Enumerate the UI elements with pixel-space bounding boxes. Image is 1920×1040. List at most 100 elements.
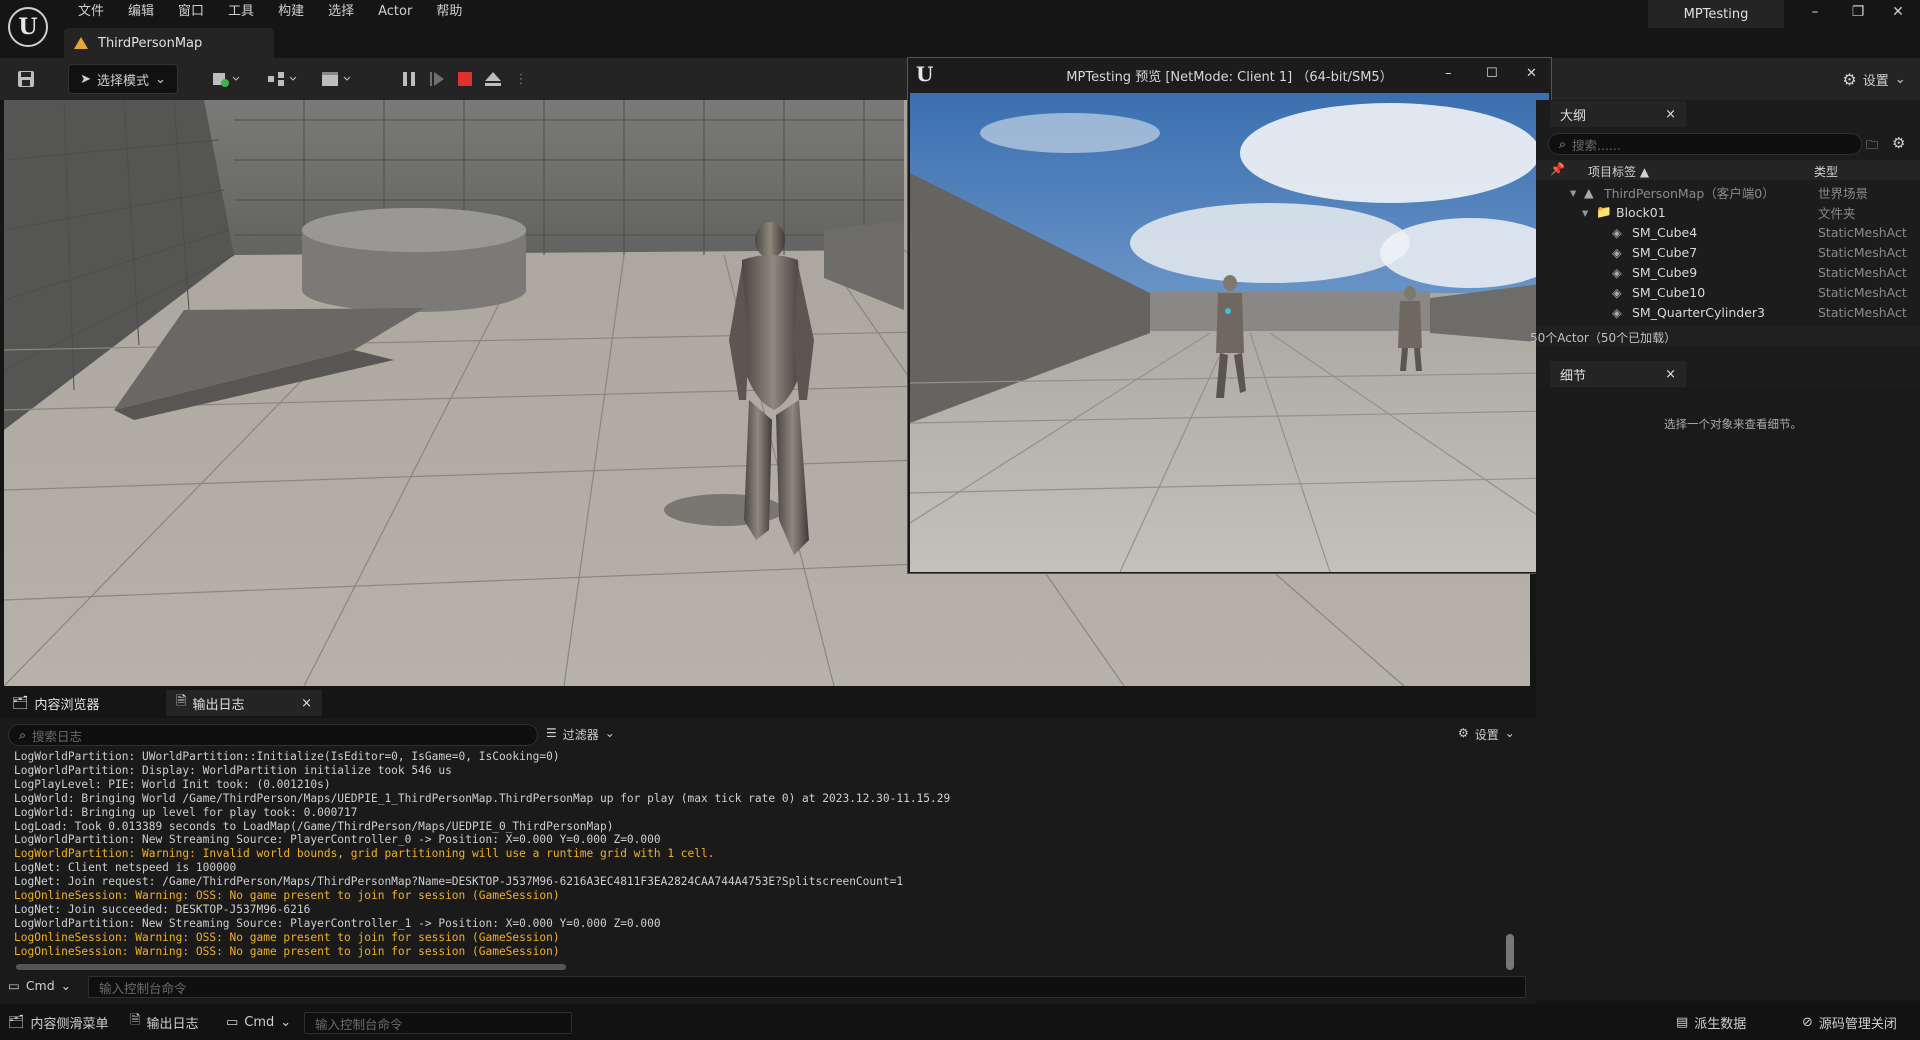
client-preview-window[interactable]: U MPTesting 预览 [NetMode: Client 1] （64-b… (907, 57, 1552, 574)
log-settings-label: 设置 (1474, 728, 1499, 742)
status-output-log-button[interactable]: 🗎 输出日志 (130, 1010, 198, 1034)
cinematics-icon[interactable] (316, 64, 356, 94)
level-icon (74, 37, 88, 49)
client-title-bar: U MPTesting 预览 [NetMode: Client 1] （64-b… (908, 58, 1551, 92)
log-line: LogWorld: Bringing World /Game/ThirdPers… (14, 791, 951, 805)
log-line-warning: LogOnlineSession: Warning: OSS: No game … (14, 944, 560, 958)
bottom-panel: 🗂 内容浏览器 🗎 输出日志 × ⌕ 搜索日志 ☰ 过滤器 ⌄ ⚙ 设置 ⌄ L… (0, 688, 1536, 1004)
content-drawer-button[interactable]: 🗂 内容侧滑菜单 (8, 1010, 109, 1034)
menu-select[interactable]: 选择 (316, 4, 366, 20)
outliner-row[interactable]: ◈ SM_QuarterCylinder3 StaticMeshAct (1536, 302, 1920, 322)
outliner-row-type: StaticMeshAct (1818, 304, 1907, 320)
mesh-icon: ◈ (1612, 304, 1622, 320)
outliner-row[interactable]: ▾ 📁 Block01 文件夹 (1536, 202, 1920, 222)
output-log-tab[interactable]: 🗎 输出日志 × (166, 690, 322, 716)
cmd-selector[interactable]: ▭ Cmd ⌄ (8, 978, 71, 993)
source-control-button[interactable]: ⊘ 源码管理关闭 (1802, 1010, 1897, 1034)
stop-icon[interactable] (452, 64, 478, 94)
gear-icon[interactable]: ⚙ (1892, 134, 1905, 152)
minimize-icon[interactable]: – (1445, 66, 1452, 81)
maximize-icon[interactable]: ☐ (1486, 66, 1498, 81)
close-icon[interactable]: × (1665, 107, 1676, 122)
outliner-col-label[interactable]: 项目标签 ▲ (1588, 163, 1649, 180)
menu-file[interactable]: 文件 (66, 4, 116, 20)
close-icon[interactable]: ✕ (1526, 66, 1537, 81)
status-console-input[interactable]: 输入控制台命令 (304, 1012, 572, 1034)
close-icon[interactable]: × (1665, 367, 1676, 382)
outliner-header: 📌 项目标签 ▲ 类型 (1536, 160, 1920, 180)
derived-data-button[interactable]: ▤ 派生数据 (1676, 1010, 1746, 1034)
menu-help[interactable]: 帮助 (424, 4, 474, 20)
status-cmd-label: Cmd (244, 1014, 275, 1030)
cmd-label: Cmd (25, 978, 55, 993)
more-options-icon[interactable]: ⋮ (508, 64, 534, 94)
menu-edit[interactable]: 编辑 (116, 4, 166, 20)
log-line-warning: LogOnlineSession: Warning: OSS: No game … (14, 930, 560, 944)
outliner-row[interactable]: ◈ SM_Cube9 StaticMeshAct (1536, 262, 1920, 282)
mesh-icon: ◈ (1612, 224, 1622, 240)
log-vertical-scrollbar[interactable] (1506, 934, 1514, 970)
chevron-down-icon: ⌄ (604, 726, 615, 740)
outliner-row[interactable]: ▾ ▲ ThirdPersonMap（客户端0） 世界场景 (1536, 182, 1920, 202)
outliner-tab[interactable]: 大纲 × (1550, 101, 1686, 127)
log-line: LogWorldPartition: Display: WorldPartiti… (14, 763, 452, 777)
unreal-logo-icon[interactable]: U (8, 7, 48, 47)
outliner-row-type: 文件夹 (1818, 205, 1856, 221)
select-mode-button[interactable]: ➤ 选择模式 ⌄ (68, 64, 178, 94)
restore-icon[interactable]: ❐ (1838, 4, 1878, 26)
outliner-row[interactable]: ◈ SM_Cube10 StaticMeshAct (1536, 282, 1920, 302)
close-icon[interactable]: × (301, 696, 312, 711)
details-tab[interactable]: 细节 × (1550, 361, 1686, 387)
menu-window[interactable]: 窗口 (166, 4, 216, 20)
outliner-row[interactable]: ◈ SM_Cube4 StaticMeshAct (1536, 222, 1920, 242)
settings-button[interactable]: ⚙ 设置 ⌄ (1834, 64, 1914, 94)
client-viewport[interactable] (910, 93, 1549, 572)
details-tab-label: 细节 (1560, 368, 1587, 384)
outliner-row-type: StaticMeshAct (1818, 264, 1907, 280)
console-command-input[interactable]: 输入控制台命令 (88, 976, 1526, 998)
status-cmd-selector[interactable]: ▭ Cmd ⌄ (226, 1010, 291, 1034)
menu-actor[interactable]: Actor (366, 4, 424, 20)
minimize-icon[interactable]: – (1795, 4, 1835, 26)
outliner-tab-label: 大纲 (1560, 108, 1587, 124)
log-output[interactable]: LogWorldPartition: UWorldPartition::Init… (14, 750, 1514, 959)
level-tab[interactable]: ThirdPersonMap (64, 28, 274, 58)
log-line: LogPlayLevel: PIE: World Init took: (0.0… (14, 777, 331, 791)
eject-icon[interactable] (480, 64, 506, 94)
content-drawer-icon: 🗂 (8, 1014, 25, 1030)
outliner-row-type: StaticMeshAct (1818, 244, 1907, 260)
outliner-row-label: SM_QuarterCylinder3 (1632, 304, 1765, 320)
close-icon[interactable]: ✕ (1878, 4, 1918, 26)
content-drawer-label: 内容侧滑菜单 (30, 1016, 109, 1032)
expand-arrow-icon[interactable]: ▾ (1582, 205, 1588, 220)
content-browser-tab[interactable]: 🗂 内容浏览器 (2, 690, 162, 716)
source-control-label: 源码管理关闭 (1818, 1016, 1897, 1032)
log-settings-button[interactable]: ⚙ 设置 ⌄ (1458, 726, 1515, 743)
chevron-down-icon: ⌄ (1894, 71, 1906, 87)
menu-build[interactable]: 构建 (266, 4, 316, 20)
chevron-down-icon: ⌄ (155, 71, 166, 87)
log-horizontal-scrollbar[interactable] (16, 964, 566, 970)
outliner-col-type[interactable]: 类型 (1814, 163, 1838, 180)
content-browser-tab-label: 内容浏览器 (34, 697, 100, 713)
log-search-placeholder: 搜索日志 (32, 728, 83, 744)
save-icon[interactable] (12, 64, 40, 94)
filter-button[interactable]: ☰ 过滤器 ⌄ (546, 726, 615, 743)
frame-advance-icon[interactable] (424, 64, 450, 94)
right-panel: 大纲 × ⌕ 搜索...... 🗀 ⚙ 📌 项目标签 ▲ 类型 ▾ ▲ ThirdP… (1530, 100, 1920, 1000)
outliner-row[interactable]: ◈ SM_Cube7 StaticMeshAct (1536, 242, 1920, 262)
log-search-input[interactable]: ⌕ 搜索日志 (8, 724, 538, 746)
project-name: MPTesting (1648, 0, 1784, 28)
pause-icon[interactable] (396, 64, 422, 94)
pin-icon[interactable]: 📌 (1550, 162, 1565, 176)
add-actor-icon[interactable] (206, 64, 246, 94)
add-folder-icon[interactable]: 🗀 (1866, 136, 1878, 157)
outliner-search-input[interactable]: ⌕ 搜索...... (1548, 133, 1862, 155)
blueprint-icon[interactable] (262, 64, 302, 94)
chevron-down-icon: ⌄ (280, 1014, 292, 1030)
expand-arrow-icon[interactable]: ▾ (1570, 185, 1576, 200)
outliner-row-label: Block01 (1616, 204, 1666, 220)
menu-tools[interactable]: 工具 (216, 4, 266, 20)
outliner-status-label: 50个Actor（50个已加载） (1530, 331, 1677, 345)
search-icon: ⌕ (1559, 136, 1567, 151)
